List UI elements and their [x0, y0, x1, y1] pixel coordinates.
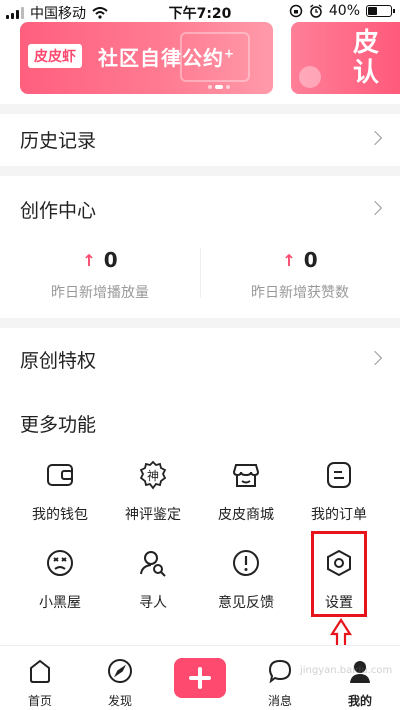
- banner-next-text: 皮认: [353, 28, 380, 88]
- chevron-right-icon: [367, 200, 383, 216]
- stat-likes[interactable]: ↑ 0 昨日新增获赞数: [200, 248, 400, 302]
- dizzy-face-icon: [47, 550, 73, 576]
- grid-label: 寻人: [139, 595, 167, 611]
- grid-item-find-person[interactable]: 寻人: [103, 548, 203, 618]
- battery-percent: 40%: [328, 3, 360, 19]
- god-comment-icon: 神: [139, 460, 167, 490]
- grid-item-orders[interactable]: 我的订单: [289, 460, 389, 530]
- grid-label: 我的订单: [311, 507, 367, 523]
- section-divider: [0, 166, 400, 176]
- settings-highlight-box: [311, 531, 367, 617]
- banner-title: 社区自律公约+: [98, 42, 235, 71]
- alarm-icon: [309, 4, 322, 18]
- tab-discover[interactable]: 发现: [80, 658, 160, 709]
- grid-label: 我的钱包: [32, 507, 88, 523]
- more-functions-heading: 更多功能: [20, 414, 97, 436]
- history-label: 历史记录: [20, 130, 97, 152]
- stat-plays-label: 昨日新增播放量: [51, 285, 149, 301]
- banner-next-decoration: [299, 66, 321, 88]
- section-divider: [0, 318, 400, 328]
- shop-icon: [232, 464, 260, 487]
- banner-pager-dots: [208, 85, 230, 89]
- tab-bar: 首页 发现 消息 我的: [0, 645, 400, 710]
- up-arrow-icon: ↑: [282, 250, 296, 270]
- tab-label: 我的: [347, 694, 372, 708]
- creator-center-label: 创作中心: [20, 200, 97, 222]
- grid-label: 小黑屋: [39, 595, 81, 611]
- stat-plays[interactable]: ↑ 0 昨日新增播放量: [0, 248, 200, 302]
- compass-icon: [108, 659, 132, 683]
- grid-item-wallet[interactable]: 我的钱包: [10, 460, 110, 530]
- banner-plus: +: [224, 46, 236, 61]
- banner-logo: 皮皮虾: [28, 44, 82, 68]
- banner-title-text: 社区自律公约: [98, 46, 224, 70]
- status-right: 40%: [289, 3, 395, 19]
- chevron-right-icon: [367, 350, 383, 366]
- grid-item-feedback[interactable]: 意见反馈: [196, 548, 296, 618]
- grid-item-shop[interactable]: 皮皮商城: [196, 460, 296, 530]
- up-arrow-icon: ↑: [82, 250, 96, 270]
- svg-text:神: 神: [147, 469, 159, 483]
- original-privilege-label: 原创特权: [20, 350, 97, 372]
- tab-home[interactable]: 首页: [0, 658, 80, 709]
- grid-item-god-comment[interactable]: 神 神评鉴定: [103, 460, 203, 530]
- wallet-icon: [47, 464, 73, 486]
- banner-community-rules[interactable]: 皮皮虾 社区自律公约+: [20, 22, 273, 94]
- stat-likes-label: 昨日新增获赞数: [251, 285, 349, 301]
- banner-next[interactable]: 皮认: [291, 22, 400, 94]
- status-bar: 中国移动 下午7:20 40%: [0, 0, 400, 24]
- order-icon: [327, 462, 351, 488]
- watermark: jingyan.baidu.com: [300, 665, 393, 676]
- feedback-icon: [233, 550, 259, 576]
- publish-button[interactable]: [174, 658, 226, 698]
- message-icon: [268, 659, 292, 684]
- grid-label: 意见反馈: [218, 595, 274, 611]
- rotation-lock-icon: [289, 4, 303, 18]
- grid-label: 神评鉴定: [125, 507, 181, 523]
- home-icon: [30, 659, 50, 683]
- battery-icon: [366, 5, 395, 17]
- stat-likes-value: 0: [303, 248, 318, 272]
- section-divider: [0, 104, 400, 114]
- chevron-right-icon: [367, 130, 383, 146]
- grid-item-blackroom[interactable]: 小黑屋: [10, 548, 110, 618]
- tab-label: 消息: [267, 694, 292, 708]
- stat-plays-value: 0: [103, 248, 118, 272]
- tab-label: 发现: [107, 694, 132, 708]
- grid-label: 皮皮商城: [218, 507, 274, 523]
- tab-label: 首页: [27, 694, 52, 708]
- search-person-icon: [140, 551, 166, 577]
